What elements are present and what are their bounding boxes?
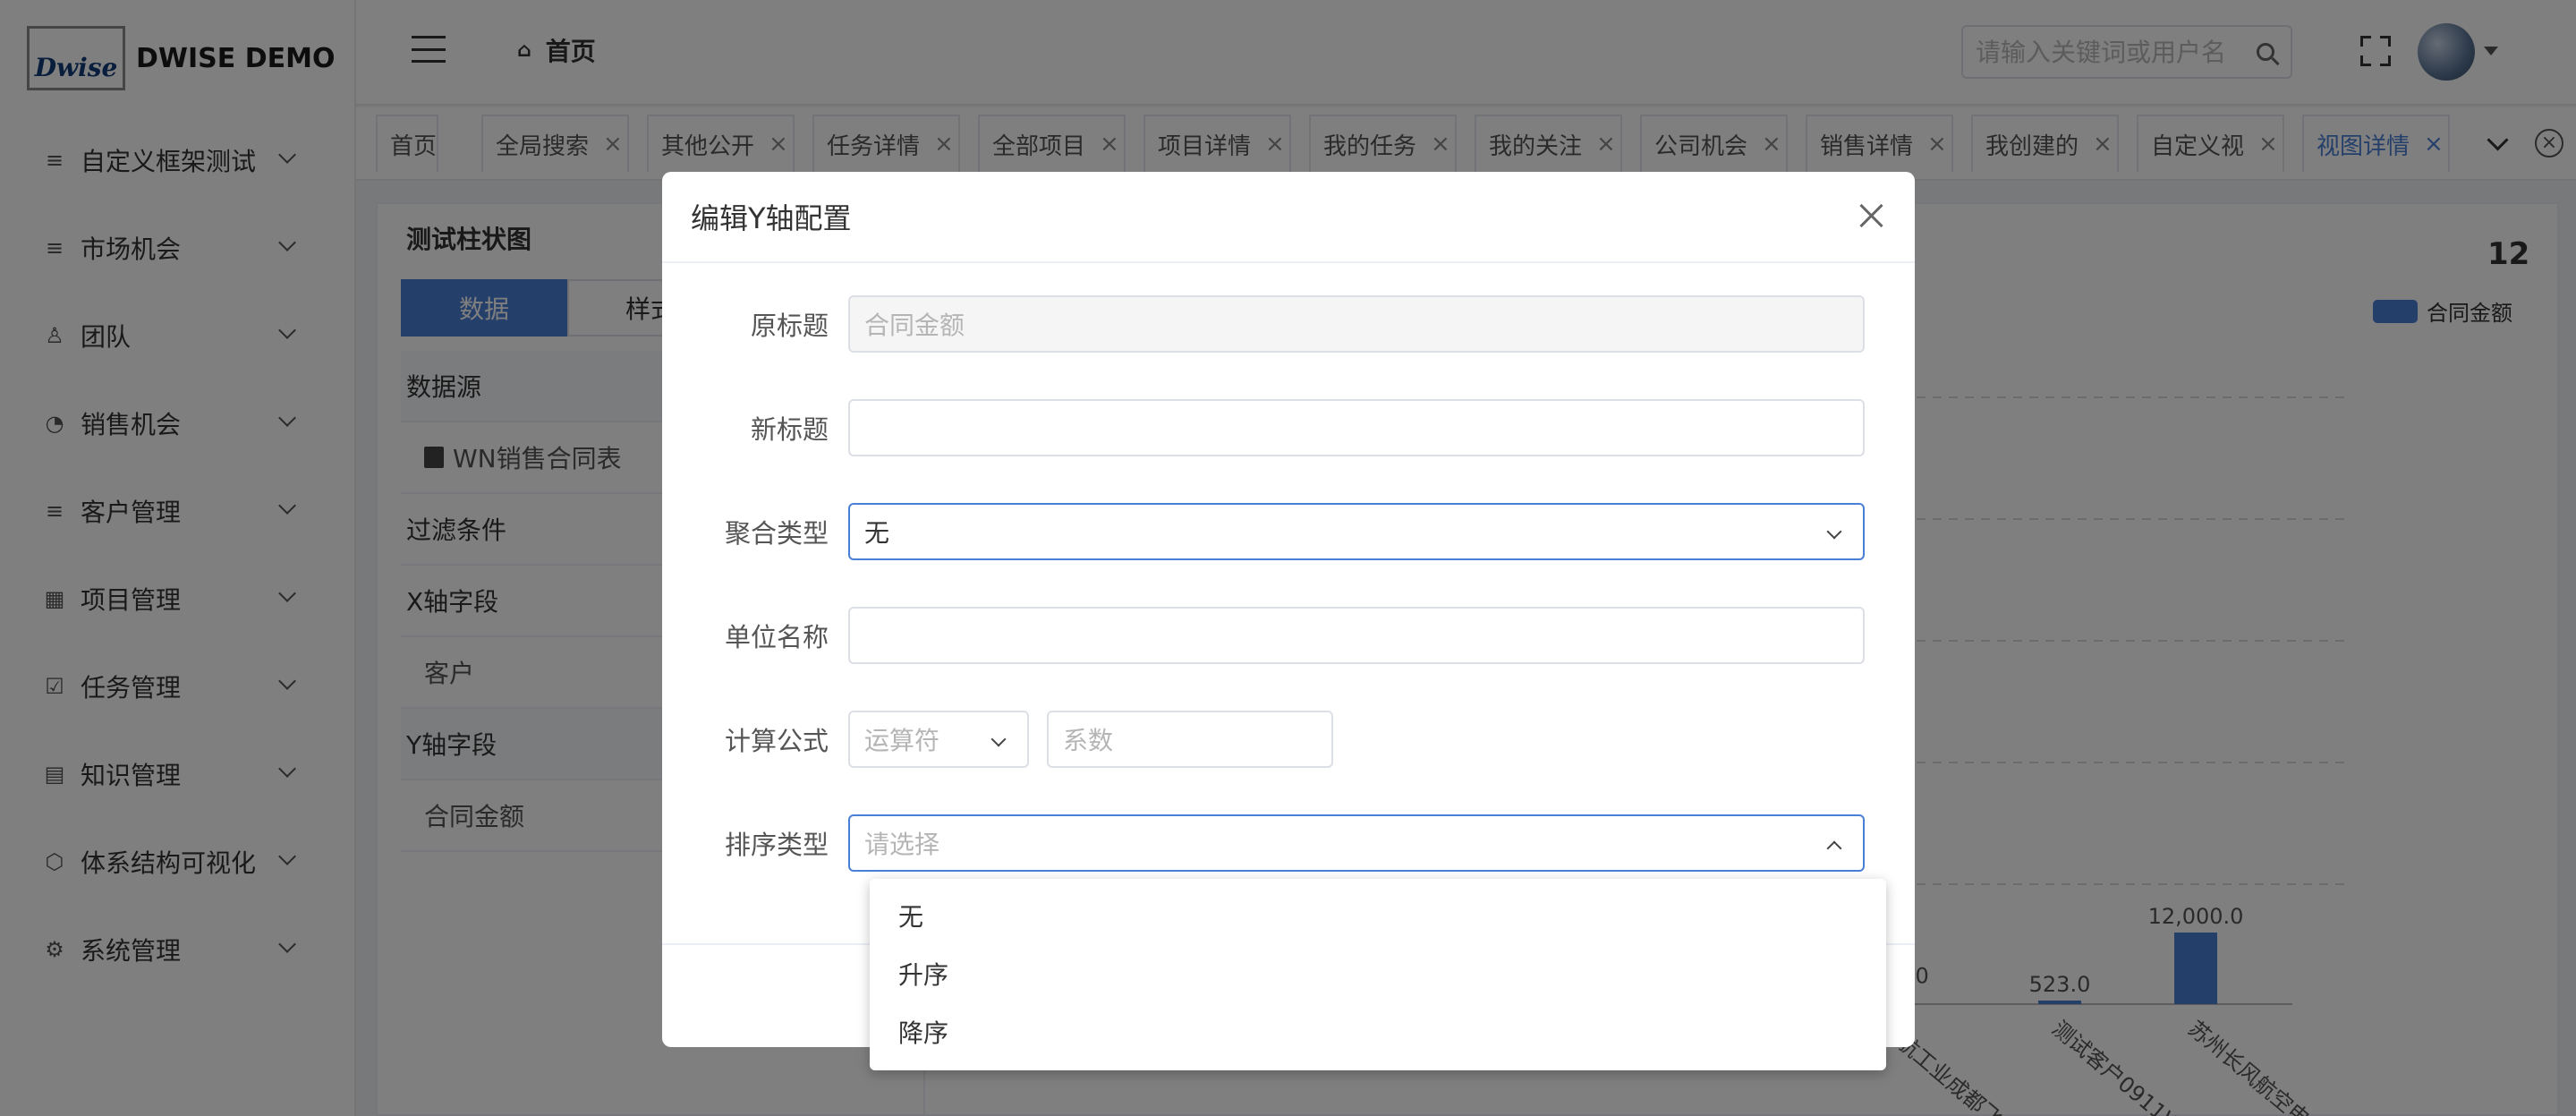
- label-agg-type: 聚合类型: [724, 518, 829, 549]
- row-formula: 计算公式 运算符 系数: [662, 711, 1333, 768]
- unit-field[interactable]: [848, 607, 1865, 664]
- operator-placeholder: 运算符: [864, 726, 940, 755]
- dialog-header: 编辑Y轴配置: [662, 172, 1915, 263]
- row-original-title: 原标题 合同金额: [662, 295, 1865, 353]
- new-title-field[interactable]: [848, 399, 1865, 456]
- row-sort-type: 排序类型 请选择: [662, 814, 1865, 872]
- operator-select[interactable]: 运算符: [848, 711, 1029, 768]
- sort-type-select[interactable]: 请选择: [848, 814, 1865, 872]
- chevron-down-icon: [990, 731, 1007, 747]
- chevron-up-icon: [1826, 840, 1842, 856]
- label-new-title: 新标题: [750, 414, 829, 445]
- row-new-title: 新标题: [662, 399, 1865, 456]
- label-sort-type: 排序类型: [724, 830, 829, 860]
- coefficient-field[interactable]: 系数: [1047, 711, 1333, 768]
- row-agg-type: 聚合类型 无: [662, 503, 1865, 560]
- chevron-down-icon: [1826, 524, 1842, 540]
- original-title-field: 合同金额: [848, 295, 1865, 353]
- sort-option[interactable]: 降序: [870, 1002, 1886, 1061]
- row-unit: 单位名称: [662, 607, 1865, 664]
- sort-type-placeholder: 请选择: [864, 830, 940, 859]
- agg-type-value: 无: [864, 518, 890, 548]
- dialog-title: 编辑Y轴配置: [691, 201, 852, 235]
- sort-option[interactable]: 无: [870, 886, 1886, 944]
- agg-type-select[interactable]: 无: [848, 503, 1865, 560]
- close-icon[interactable]: [1858, 202, 1884, 229]
- label-formula: 计算公式: [724, 726, 829, 756]
- label-unit: 单位名称: [724, 622, 829, 652]
- sort-option[interactable]: 升序: [870, 944, 1886, 1002]
- sort-type-dropdown: 无升序 降序: [870, 879, 1886, 1070]
- label-original-title: 原标题: [750, 311, 829, 341]
